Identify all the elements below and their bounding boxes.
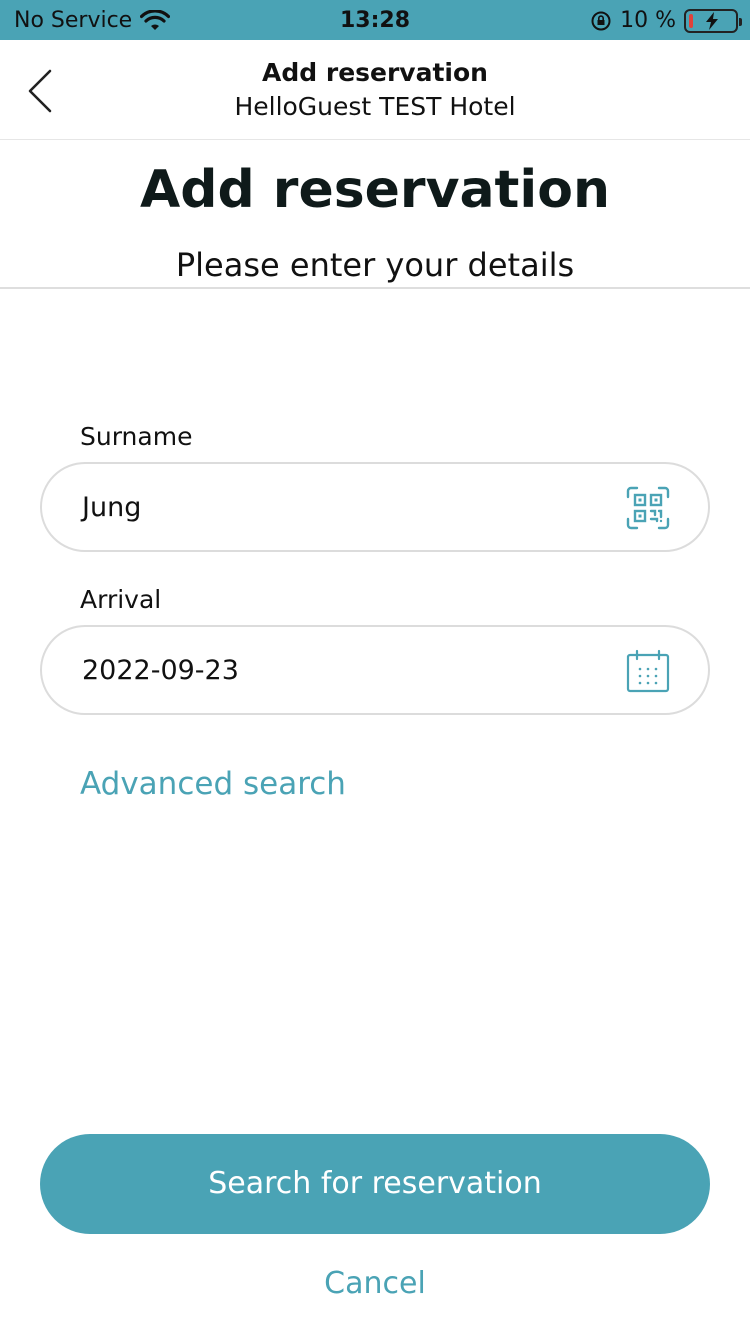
cancel-button[interactable]: Cancel [0,1266,750,1301]
header-divider [0,287,750,289]
battery-icon [684,8,742,33]
calendar-icon [626,649,670,693]
arrival-field[interactable]: 2022-09-23 [40,625,710,715]
battery-percent: 10 % [620,8,676,33]
nav-title: Add reservation [262,58,488,87]
surname-field[interactable]: Jung [40,462,710,552]
qr-code-icon [626,486,670,530]
page-subtitle: Please enter your details [175,246,575,284]
surname-value: Jung [82,492,142,523]
qr-scan-button[interactable] [626,486,670,534]
search-reservation-button[interactable]: Search for reservation [40,1134,710,1234]
calendar-button[interactable] [626,649,670,697]
advanced-search-link[interactable]: Advanced search [80,766,346,802]
page-title: Add reservation [140,160,610,220]
status-right: 10 % [590,8,742,33]
nav-bar: Add reservation HelloGuest TEST Hotel [0,40,750,140]
nav-subtitle: HelloGuest TEST Hotel [234,92,516,121]
arrival-value: 2022-09-23 [82,655,239,686]
surname-label: Surname [80,422,193,451]
rotation-lock-icon [591,11,611,30]
arrival-label: Arrival [80,585,162,614]
status-bar: No Service 13:28 10 % [0,0,750,40]
battery-level [689,13,693,28]
charging-bolt-icon [706,11,718,30]
